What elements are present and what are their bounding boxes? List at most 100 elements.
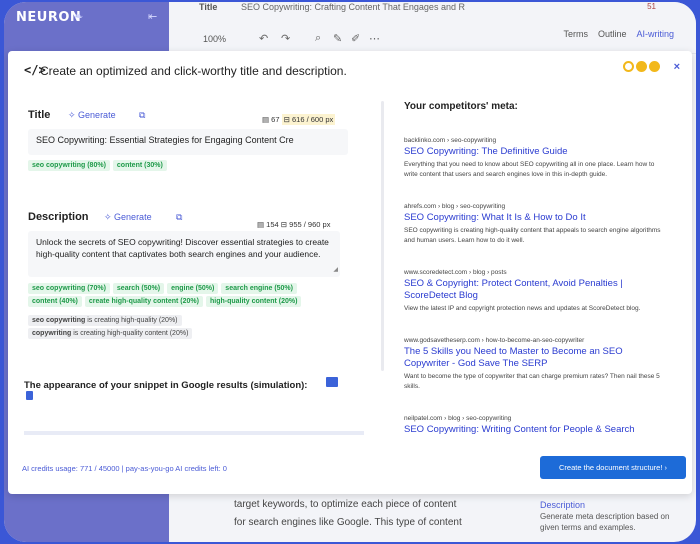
keyword-chip: high-quality content (20%) [205, 296, 302, 307]
desc-px-count: 955 / 960 px [289, 220, 331, 229]
pen-icon[interactable]: ✎ [333, 32, 342, 45]
generate-label: Generate [114, 212, 152, 222]
description-input[interactable]: Unlock the secrets of SEO copywriting! D… [28, 231, 340, 277]
keyword-chip: content (30%) [112, 160, 167, 171]
doc-title-field[interactable]: SEO Copywriting: Crafting Content That E… [241, 2, 465, 12]
competitors-heading: Your competitors' meta: [404, 101, 518, 112]
keyword-chip: seo copywriting (70%) [28, 283, 110, 294]
result-title[interactable]: SEO Copywriting: The Definitive Guide [404, 146, 666, 158]
mobile-icon[interactable] [26, 391, 33, 400]
progress-dot [623, 61, 634, 72]
competitor-result: www.godsavetheserp.com › how-to-become-a… [404, 337, 666, 392]
description-tool-heading[interactable]: Description [540, 500, 670, 511]
description-tool-text: Generate meta description based on given… [540, 512, 670, 532]
collapse-sidebar-icon[interactable]: ⇤ [148, 10, 157, 23]
neuron-logo: NEURON [16, 10, 82, 25]
copy-icon[interactable]: ⧉ [139, 110, 145, 121]
editor-content: target keywords, to optimize each piece … [234, 496, 462, 532]
description-label: Description [28, 211, 89, 223]
zoom-select[interactable]: 100% [203, 34, 226, 44]
title-description-modal: </> Create an optimized and click-worthy… [8, 51, 692, 494]
phrase-keyword: seo copywriting [32, 317, 86, 324]
search-icon[interactable]: ⌕ [315, 32, 321, 45]
progress-dot [649, 61, 660, 72]
phrase-chip: copywriting is creating high-quality con… [28, 328, 193, 339]
simulation-preview [24, 431, 364, 435]
redo-icon[interactable]: ↷ [281, 32, 290, 45]
description-text: Unlock the secrets of SEO copywriting! D… [36, 237, 329, 259]
description-counter: ▤ 154 ⊟ 955 / 960 px [257, 220, 330, 229]
title-px-count: 616 / 600 px [291, 115, 334, 124]
keyword-chip: create high-quality content (20%) [84, 296, 203, 307]
close-icon[interactable]: × [674, 61, 680, 73]
description-keyword-chips: seo copywriting (70%) search (50%) engin… [28, 283, 348, 307]
create-structure-button[interactable]: Create the document structure! › [540, 456, 686, 479]
tab-terms[interactable]: Terms [563, 29, 588, 39]
result-url: neilpatel.com › blog › seo-copywriting [404, 415, 512, 422]
title-label: Title [28, 109, 51, 121]
result-url: www.scoredetect.com › blog › posts [404, 269, 507, 276]
simulation-label: The appearance of your snippet in Google… [24, 380, 308, 391]
result-title[interactable]: SEO & Copyright: Protect Content, Avoid … [404, 278, 666, 302]
doc-title-label: Title [199, 2, 218, 12]
result-snippet: SEO copywriting is creating high-quality… [404, 227, 661, 244]
title-char-count: 67 [271, 115, 280, 124]
desc-char-count: 154 [266, 220, 279, 229]
desktop-icon[interactable] [326, 377, 338, 387]
result-snippet: View the latest IP and copyright protect… [404, 305, 641, 312]
editor-line: target keywords, to optimize each piece … [234, 499, 457, 510]
tab-ai-writing[interactable]: AI-writing [636, 29, 674, 39]
phrase-chip: seo copywriting is creating high-quality… [28, 315, 182, 326]
wand-icon: ✧ [68, 110, 79, 120]
competitor-result: www.scoredetect.com › blog › posts SEO &… [404, 269, 666, 314]
progress-dot [636, 61, 647, 72]
title-keyword-chips: seo copywriting (80%) content (30%) [28, 160, 348, 171]
copy-icon[interactable]: ⧉ [176, 212, 182, 223]
phrase-keyword: copywriting [32, 330, 72, 337]
keyword-chip: seo copywriting (80%) [28, 160, 110, 171]
resize-handle-icon[interactable]: ◢ [333, 264, 338, 276]
description-phrase-chips: seo copywriting is creating high-quality… [28, 315, 348, 339]
result-url: www.godsavetheserp.com › how-to-become-a… [404, 337, 585, 344]
phrase-rest: is creating high-quality content (20%) [71, 330, 189, 337]
competitor-result: neilpatel.com › blog › seo-copywriting S… [404, 415, 666, 436]
undo-icon[interactable]: ↶ [259, 32, 268, 45]
ai-credits-usage: AI credits usage: 771 / 45000 | pay-as-y… [22, 464, 227, 473]
tab-outline[interactable]: Outline [598, 29, 627, 39]
competitors-panel: Your competitors' meta: backlinko.com › … [404, 101, 674, 439]
modal-title: Create an optimized and click-worthy tit… [40, 64, 347, 78]
result-title[interactable]: The 5 Skills you Need to Master to Becom… [404, 346, 666, 370]
keyword-chip: search engine (50%) [221, 283, 297, 294]
char-count-icon: ▤ [262, 115, 272, 124]
competitor-result: ahrefs.com › blog › seo-copywriting SEO … [404, 203, 666, 246]
result-snippet: Everything that you need to know about S… [404, 161, 655, 178]
generate-description-button[interactable]: ✧ Generate [104, 212, 152, 223]
editor-line: for search engines like Google. This typ… [234, 517, 462, 528]
result-snippet: Want to become the type of copywriter th… [404, 373, 660, 390]
panel-scrollbar[interactable] [381, 101, 384, 371]
result-title[interactable]: SEO Copywriting: Writing Content for Peo… [404, 424, 666, 436]
progress-dots [623, 61, 660, 72]
editor-panel: Title ✧ Generate ⧉ ▤ 67 ⊟ 616 / 600 px S… [24, 101, 370, 436]
keyword-chip: content (40%) [28, 296, 82, 307]
brush-icon[interactable]: ✐ [351, 32, 360, 45]
title-input[interactable]: SEO Copywriting: Essential Strategies fo… [28, 129, 348, 155]
competitor-result: backlinko.com › seo-copywriting SEO Copy… [404, 137, 666, 180]
keyword-chip: engine (50%) [167, 283, 219, 294]
score-badge: 51 [647, 2, 656, 11]
result-url: ahrefs.com › blog › seo-copywriting [404, 203, 506, 210]
width-icon: ⊟ [280, 220, 290, 229]
more-icon[interactable]: ⋯ [369, 32, 380, 45]
result-title[interactable]: SEO Copywriting: What It Is & How to Do … [404, 212, 666, 224]
generate-label: Generate [78, 110, 116, 120]
phrase-rest: is creating high-quality (20%) [85, 317, 178, 324]
right-tabs: Terms Outline AI-writing [563, 29, 674, 39]
width-icon: ⊟ [283, 115, 292, 124]
logo-leaf-icon: ❧ [74, 11, 84, 23]
keyword-chip: search (50%) [112, 283, 165, 294]
generate-title-button[interactable]: ✧ Generate [68, 110, 116, 121]
editor-toolbar: Title SEO Copywriting: Crafting Content … [169, 2, 696, 54]
title-counter: ▤ 67 ⊟ 616 / 600 px [262, 114, 336, 125]
result-url: backlinko.com › seo-copywriting [404, 137, 497, 144]
ai-writing-panel: Description Generate meta description ba… [540, 500, 670, 533]
